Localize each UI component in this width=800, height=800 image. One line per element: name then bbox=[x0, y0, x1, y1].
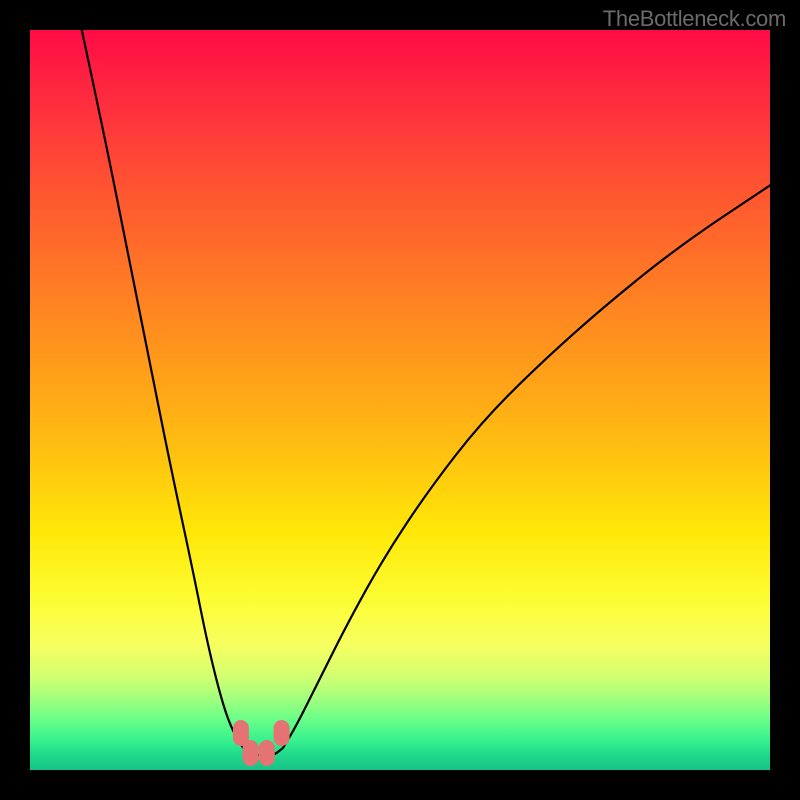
marker-dot bbox=[243, 740, 259, 766]
chart-frame: TheBottleneck.com bbox=[0, 0, 800, 800]
watermark-text: TheBottleneck.com bbox=[603, 6, 786, 32]
markers bbox=[233, 720, 290, 766]
plot-area bbox=[30, 30, 770, 770]
marker-dot bbox=[274, 720, 290, 746]
curve-path bbox=[82, 30, 770, 755]
chart-svg bbox=[30, 30, 770, 770]
bottleneck-curve bbox=[82, 30, 770, 755]
marker-dot bbox=[259, 740, 275, 766]
